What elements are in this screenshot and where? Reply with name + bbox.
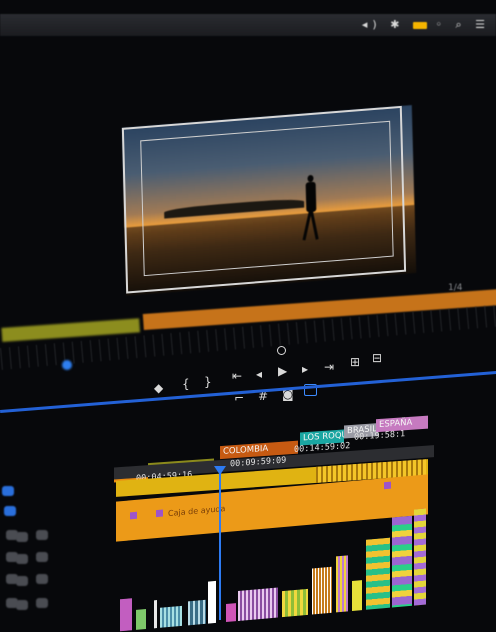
- volume-icon[interactable]: ◂): [362, 18, 382, 31]
- transport-controls: ◆ { } ⇤ ◂ ▶ ▸ ⇥ ⊞ ⊟ ⌐ # ◙: [150, 352, 400, 416]
- track-lock-icon[interactable]: [16, 576, 28, 586]
- status-icons: ◂) ✱ ◦ ⌕ ☰: [362, 18, 490, 32]
- overwrite-icon[interactable]: ⊟: [372, 352, 382, 364]
- marker-icon[interactable]: ◆: [154, 382, 163, 394]
- step-back-icon[interactable]: ◂: [256, 368, 262, 380]
- playhead-line[interactable]: [219, 470, 221, 620]
- go-to-in-icon[interactable]: ⇤: [232, 370, 242, 382]
- zoom-handle[interactable]: [62, 360, 72, 370]
- bluetooth-icon[interactable]: ✱: [390, 18, 404, 31]
- playhead-marker[interactable]: [277, 346, 286, 355]
- go-to-out-icon[interactable]: ⇥: [324, 361, 334, 373]
- track-select-tool-icon[interactable]: [4, 506, 16, 516]
- track-eye-icon[interactable]: [36, 574, 48, 584]
- fx-badge-icon: [156, 509, 163, 518]
- playhead-handle[interactable]: [214, 466, 226, 475]
- mark-in-icon[interactable]: {: [182, 378, 190, 390]
- fx-badge-icon: [384, 481, 391, 490]
- title-safe-guide: [140, 120, 394, 277]
- tools-panel: [0, 480, 60, 620]
- program-monitor: [109, 88, 436, 313]
- solo-icon[interactable]: [16, 600, 28, 610]
- selection-tool-icon[interactable]: [2, 486, 14, 496]
- mark-out-icon[interactable]: }: [204, 376, 212, 388]
- step-forward-icon[interactable]: ▸: [302, 363, 308, 375]
- menu-bar: ◂) ✱ ◦ ⌕ ☰: [0, 14, 496, 36]
- play-icon[interactable]: ▶: [278, 365, 287, 377]
- search-icon[interactable]: ⌕: [455, 18, 466, 31]
- insert-icon[interactable]: ⊞: [350, 356, 360, 368]
- wifi-icon[interactable]: ◦: [435, 18, 447, 31]
- type-tool-icon[interactable]: [36, 552, 48, 562]
- mic-icon[interactable]: [36, 598, 48, 608]
- razor-tool-icon[interactable]: [16, 532, 28, 542]
- battery-icon[interactable]: [412, 21, 427, 29]
- timecode-4: 00:19:58:1: [354, 429, 406, 443]
- fx-badge-icon: [130, 511, 137, 520]
- hand-tool-icon[interactable]: [16, 554, 28, 564]
- control-center-icon[interactable]: ☰: [475, 18, 490, 31]
- slip-tool-icon[interactable]: [36, 530, 48, 540]
